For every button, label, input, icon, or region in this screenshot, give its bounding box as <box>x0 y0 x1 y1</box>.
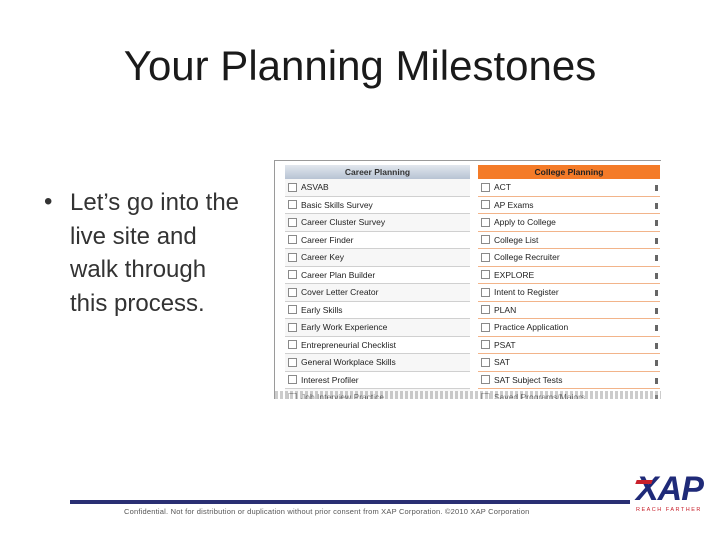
career-planning-item-label: Basic Skills Survey <box>301 199 373 210</box>
checkbox-icon[interactable] <box>481 182 490 192</box>
edge-mark <box>655 342 658 349</box>
logo-tagline: REACH FARTHER <box>636 507 702 513</box>
career-planning-item-label: Career Plan Builder <box>301 269 376 280</box>
college-planning-row[interactable]: SAT <box>478 354 660 372</box>
college-planning-row[interactable]: College Recruiter <box>478 249 660 267</box>
college-planning-item-label: SAT Subject Tests <box>494 374 563 385</box>
checkbox-icon[interactable] <box>481 305 490 315</box>
edge-mark <box>655 255 658 261</box>
edge-mark <box>655 185 658 191</box>
checkbox-icon[interactable] <box>481 340 490 350</box>
checkbox-icon[interactable] <box>288 270 297 280</box>
career-planning-row[interactable]: Basic Skills Survey <box>285 197 470 214</box>
college-planning-item-label: Apply to College <box>494 217 556 228</box>
career-planning-row[interactable]: Entrepreneurial Checklist <box>285 337 470 354</box>
career-planning-row[interactable]: Early Work Experience <box>285 319 470 337</box>
bullet-dot-icon: • <box>44 188 53 215</box>
college-planning-item-label: ACT <box>494 182 511 193</box>
college-planning-row[interactable]: ACT <box>478 179 660 197</box>
career-planning-item-label: Entrepreneurial Checklist <box>301 339 396 350</box>
college-planning-row[interactable]: College List <box>478 232 660 249</box>
career-planning-column: Career Planning ASVAB Basic Skills Survey… <box>285 165 470 399</box>
career-planning-item-label: Career Cluster Survey <box>301 217 386 228</box>
career-planning-item-label: Career Finder <box>301 234 354 245</box>
college-planning-row[interactable]: EXPLORE <box>478 267 660 284</box>
college-planning-item-label: AP Exams <box>494 199 534 210</box>
slide-title: Your Planning Milestones <box>123 42 597 89</box>
checkbox-icon[interactable] <box>288 200 297 210</box>
checkbox-icon[interactable] <box>481 217 490 227</box>
checkbox-icon[interactable] <box>481 375 490 385</box>
college-planning-item-label: Intent to Register <box>494 287 559 298</box>
career-planning-row[interactable]: Career Plan Builder <box>285 267 470 284</box>
career-planning-row[interactable]: General Workplace Skills <box>285 354 470 372</box>
footer-confidential: Confidential. Not for distribution or du… <box>124 507 530 516</box>
career-planning-row[interactable]: ASVAB <box>285 179 470 197</box>
edge-mark <box>655 307 658 314</box>
career-planning-item-label: Interest Profiler <box>301 374 359 385</box>
checkbox-icon[interactable] <box>288 340 297 350</box>
checkbox-icon[interactable] <box>288 357 297 367</box>
career-planning-row[interactable]: Cover Letter Creator <box>285 284 470 302</box>
checkbox-icon[interactable] <box>481 322 490 332</box>
checkbox-icon[interactable] <box>288 217 297 227</box>
career-planning-item-label: Cover Letter Creator <box>301 287 379 298</box>
college-planning-row[interactable]: Intent to Register <box>478 284 660 302</box>
checkbox-icon[interactable] <box>481 235 490 245</box>
career-planning-item-label: General Workplace Skills <box>301 357 396 368</box>
college-planning-item-label: SAT <box>494 357 510 368</box>
career-planning-row[interactable]: Career Cluster Survey <box>285 214 470 232</box>
career-planning-row[interactable]: Career Finder <box>285 232 470 249</box>
checkbox-icon[interactable] <box>288 252 297 262</box>
college-planning-item-label: College List <box>494 234 539 245</box>
college-planning-header: College Planning <box>478 165 660 179</box>
career-planning-header: Career Planning <box>285 165 470 179</box>
edge-mark <box>655 202 658 209</box>
career-planning-row[interactable]: Career Key <box>285 249 470 267</box>
checkbox-icon[interactable] <box>288 375 297 385</box>
checkbox-icon[interactable] <box>481 270 490 280</box>
college-planning-column: College Planning ACT AP Exams Apply to Col… <box>478 165 660 399</box>
college-planning-item-label: Practice Application <box>494 322 569 333</box>
career-planning-item-label: ASVAB <box>301 182 329 193</box>
college-planning-row[interactable]: Apply to College <box>478 214 660 232</box>
checkbox-icon[interactable] <box>288 322 297 332</box>
edge-mark <box>655 325 658 331</box>
edge-mark <box>655 272 658 279</box>
bullet-text: Let’s go into the live site and walk thr… <box>70 189 240 317</box>
checkbox-icon[interactable] <box>481 287 490 297</box>
college-planning-row[interactable]: PLAN <box>478 302 660 319</box>
career-planning-item-label: Early Work Experience <box>301 322 388 333</box>
edge-mark <box>655 220 658 226</box>
truncated-row <box>275 391 661 399</box>
career-planning-item-label: Early Skills <box>301 304 343 315</box>
xap-logo: XAP REACH FARTHER <box>635 470 704 516</box>
logo-wordmark: XAP <box>636 470 704 508</box>
checkbox-icon[interactable] <box>288 287 297 297</box>
edge-mark <box>655 377 658 384</box>
edge-mark <box>655 290 658 296</box>
career-planning-row[interactable]: Interest Profiler <box>285 372 470 389</box>
career-planning-row[interactable]: Early Skills <box>285 302 470 319</box>
edge-mark <box>655 237 658 244</box>
milestones-screenshot: Career Planning ASVAB Basic Skills Survey… <box>274 160 661 399</box>
checkbox-icon[interactable] <box>481 357 490 367</box>
edge-mark <box>655 360 658 366</box>
college-planning-item-label: EXPLORE <box>494 269 535 280</box>
college-planning-row[interactable]: PSAT <box>478 337 660 354</box>
checkbox-icon[interactable] <box>481 252 490 262</box>
college-planning-row[interactable]: Practice Application <box>478 319 660 337</box>
checkbox-icon[interactable] <box>481 200 490 210</box>
footer-rule <box>70 500 630 504</box>
college-planning-item-label: PLAN <box>494 304 517 315</box>
checkbox-icon[interactable] <box>288 235 297 245</box>
career-planning-item-label: Career Key <box>301 252 344 263</box>
college-planning-item-label: College Recruiter <box>494 252 560 263</box>
checkbox-icon[interactable] <box>288 182 297 192</box>
college-planning-row[interactable]: SAT Subject Tests <box>478 372 660 389</box>
logo-accent-icon <box>635 480 653 484</box>
checkbox-icon[interactable] <box>288 305 297 315</box>
college-planning-row[interactable]: AP Exams <box>478 197 660 214</box>
college-planning-item-label: PSAT <box>494 339 516 350</box>
